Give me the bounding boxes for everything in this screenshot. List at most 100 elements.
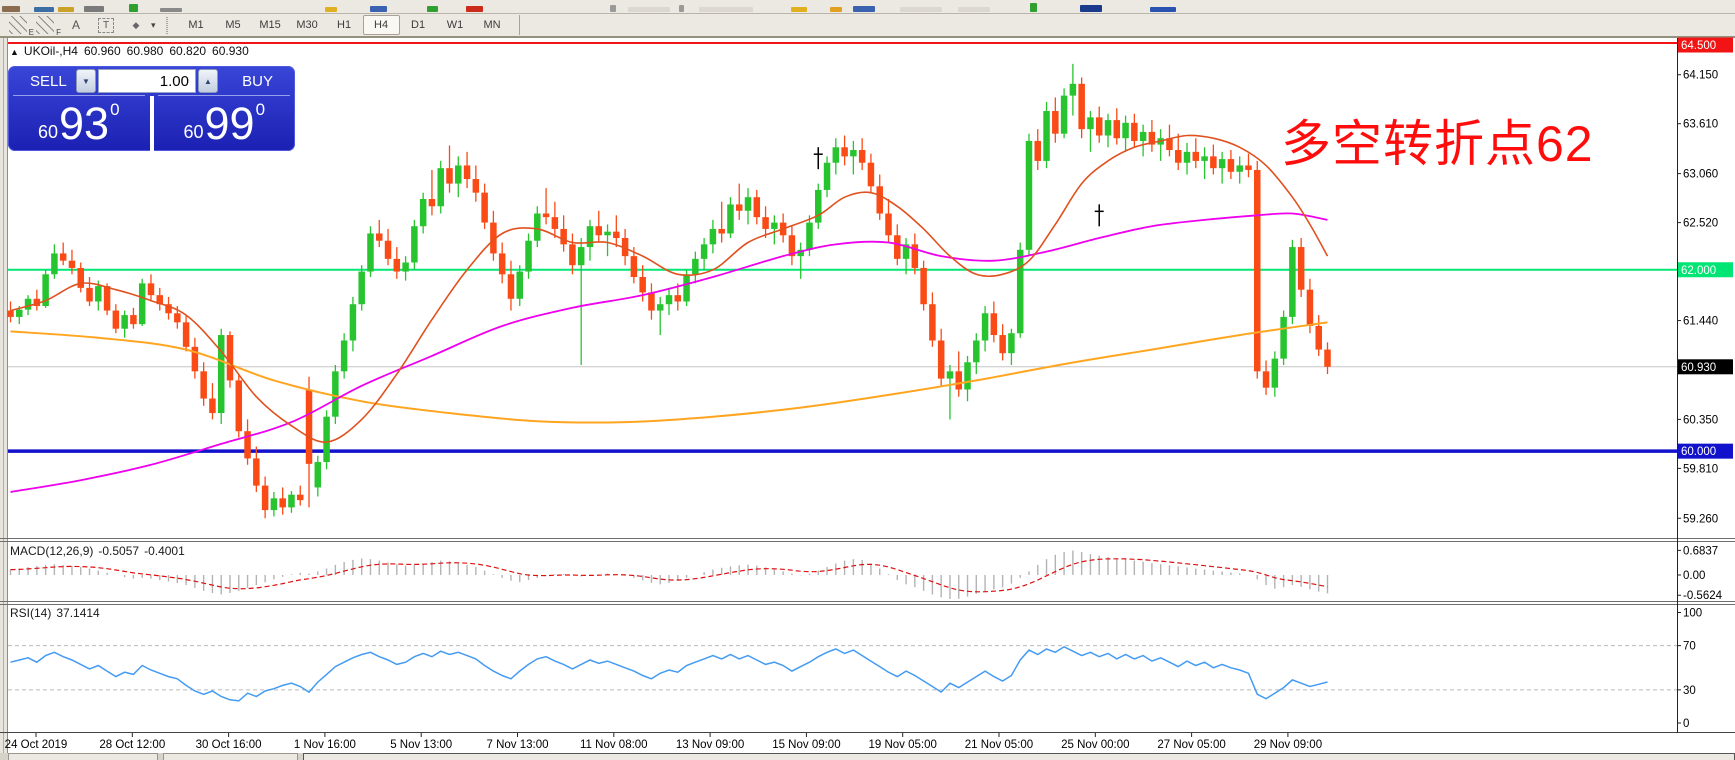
svg-text:60.350: 60.350	[1683, 414, 1718, 426]
time-axis-label: 24 Oct 2019	[5, 739, 68, 751]
timeframe-button-M5[interactable]: M5	[215, 15, 252, 35]
chevron-down-icon[interactable]: ▾	[151, 20, 156, 31]
low-value: 60.820	[169, 44, 207, 58]
timeframe-button-H4[interactable]: H4	[362, 15, 400, 35]
sell-price-sup: 0	[110, 100, 120, 119]
toolbar-icon-fragment	[2, 6, 20, 12]
buy-label: BUY	[242, 73, 273, 90]
timeframe-button-M30[interactable]: M30	[289, 15, 326, 35]
toolbar-icon-fragment	[830, 7, 842, 12]
macd-indicator-label: MACD(12,26,9) -0.5057 -0.4001	[10, 544, 190, 558]
sell-button[interactable]: 60 93 0	[8, 96, 150, 151]
timeframe-button-D1[interactable]: D1	[400, 15, 437, 35]
time-axis-label: 13 Nov 09:00	[676, 739, 744, 751]
symbol-period-label: UKOil-,H4	[23, 44, 78, 58]
sell-price-big: 93	[59, 98, 110, 149]
rsi-value: 37.1414	[56, 606, 100, 620]
rsi-indicator-label: RSI(14) 37.1414	[10, 606, 105, 620]
chart-tab-stub[interactable]	[303, 753, 1735, 760]
chevron-up-icon: ▲	[204, 76, 212, 86]
time-axis-label: 1 Nov 16:00	[294, 739, 356, 751]
time-axis-label: 7 Nov 13:00	[486, 739, 548, 751]
text-tool-icon: A	[71, 18, 80, 32]
toolbar-icon-fragment	[129, 4, 138, 12]
svg-text:70: 70	[1683, 641, 1696, 653]
time-axis-label: 19 Nov 05:00	[868, 739, 936, 751]
toolbar-icon-fragment	[679, 5, 684, 12]
buy-button[interactable]: 60 99 0	[154, 96, 296, 151]
toolbar-icon-fragment	[466, 6, 483, 12]
channel-tool-icon: E	[28, 28, 34, 37]
time-axis-label: 5 Nov 13:00	[390, 739, 452, 751]
high-value: 60.980	[126, 44, 164, 58]
svg-text:63.060: 63.060	[1683, 169, 1718, 181]
arrows-tool-icon[interactable]: ◆	[123, 16, 149, 34]
time-axis-label: 21 Nov 05:00	[965, 739, 1033, 751]
macd-value-1: -0.5057	[98, 544, 140, 558]
time-axis-label: 27 Nov 05:00	[1157, 739, 1225, 751]
svg-text:61.440: 61.440	[1683, 316, 1718, 328]
chart-title-bar: ▲ UKOil-,H4 60.960 60.980 60.820 60.930	[10, 44, 255, 58]
chart-tab-stub[interactable]	[8, 753, 158, 760]
macd-name: MACD(12,26,9)	[10, 544, 94, 558]
timeframe-button-W1[interactable]: W1	[437, 15, 474, 35]
toolbar-icon-fragment	[1080, 5, 1102, 12]
timeframe-button-M1[interactable]: M1	[178, 15, 215, 35]
rsi-name: RSI(14)	[10, 606, 52, 620]
volume-input[interactable]	[98, 69, 196, 93]
toolbar-icon-fragment	[900, 7, 942, 12]
buy-price-sup: 0	[255, 100, 266, 119]
volume-increase-button[interactable]: ▲	[198, 69, 218, 93]
timeframe-button-MN[interactable]: MN	[474, 15, 511, 35]
toolbar-icon-fragment	[853, 6, 875, 12]
channel-tool-icon[interactable]: E	[9, 16, 34, 37]
toolbar-icon-fragment	[160, 8, 182, 12]
collapse-panel-icon[interactable]: ▲	[10, 47, 19, 57]
volume-decrease-button[interactable]: ▼	[76, 69, 96, 93]
svg-text:64.150: 64.150	[1683, 70, 1718, 82]
time-axis-label: 11 Nov 08:00	[580, 739, 648, 751]
timeframe-button-M15[interactable]: M15	[252, 15, 289, 35]
fibonacci-tool-icon: F	[56, 28, 61, 37]
svg-text:62.000: 62.000	[1681, 265, 1716, 277]
toolbar-icon-fragment	[628, 7, 670, 12]
svg-text:63.610: 63.610	[1683, 119, 1718, 131]
svg-text:59.810: 59.810	[1683, 463, 1718, 475]
svg-text:0: 0	[1683, 718, 1689, 730]
toolbar-icon-fragment	[1150, 7, 1176, 12]
toolbar-icon-fragment	[84, 6, 104, 12]
toolbar-icon-fragment	[610, 5, 616, 12]
fibonacci-tool-icon[interactable]: F	[36, 16, 61, 37]
buy-price-big: 99	[204, 98, 255, 149]
arrows-tool-icon: ◆	[132, 19, 140, 30]
toolbar-separator	[165, 16, 168, 34]
time-axis-label: 28 Oct 12:00	[99, 739, 165, 751]
buy-price-prefix: 60	[183, 122, 204, 142]
sell-price-prefix: 60	[37, 122, 58, 142]
svg-text:100: 100	[1683, 608, 1702, 620]
toolbar-icon-fragment	[34, 7, 54, 12]
svg-text:60.930: 60.930	[1681, 362, 1716, 374]
time-axis-label: 15 Nov 09:00	[772, 739, 840, 751]
svg-text:59.260: 59.260	[1683, 513, 1718, 525]
open-value: 60.960	[83, 44, 121, 58]
svg-text:30: 30	[1683, 685, 1696, 697]
text-tool-icon[interactable]: A	[63, 16, 89, 34]
toolbar-icon-fragment	[58, 7, 74, 12]
trading-terminal-window: 64.500 64.150 63.610 63.060 62.520 62.000 61.4…	[0, 0, 1735, 760]
sell-label: SELL	[30, 73, 67, 90]
toolbar-icon-fragment	[370, 6, 387, 12]
chart-tab-stub[interactable]	[163, 753, 298, 760]
text-label-tool-icon: T	[102, 19, 110, 31]
toolbar-icon-fragment	[427, 6, 438, 12]
toolbar-separator	[518, 15, 520, 35]
text-label-tool-icon[interactable]: T	[98, 17, 114, 33]
timeframe-button-H1[interactable]: H1	[326, 15, 363, 35]
one-click-trading-panel: SELL BUY ▼ ▲ 60 93 0 60 99 0	[8, 66, 295, 151]
chevron-down-icon: ▼	[82, 76, 90, 86]
time-axis-label: 29 Nov 09:00	[1254, 739, 1322, 751]
svg-text:64.500: 64.500	[1681, 40, 1716, 52]
time-axis-label: 25 Nov 00:00	[1061, 739, 1129, 751]
svg-text:60.000: 60.000	[1681, 446, 1716, 458]
toolbar-icon-fragment	[325, 7, 337, 12]
